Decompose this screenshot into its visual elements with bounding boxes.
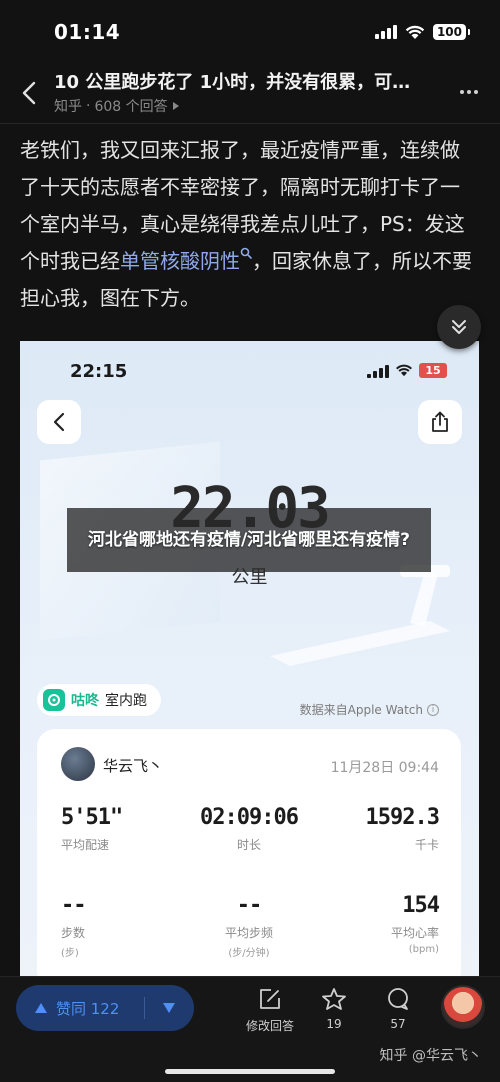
wifi-icon <box>405 25 425 39</box>
dot-icon <box>474 90 478 94</box>
overlay-banner: 河北省哪地还有疫情/河北省哪里还有疫情? <box>67 508 431 572</box>
stat-label: 平均步频 <box>224 926 273 940</box>
image-share-button <box>418 400 462 444</box>
chevron-left-icon <box>22 81 36 105</box>
stat-value: 154 <box>402 893 440 918</box>
status-time: 01:14 <box>54 20 121 44</box>
question-meta[interactable]: 知乎 · 608 个回答 <box>54 96 180 116</box>
answer-body: 老铁们，我又回来汇报了，最近疫情严重，连续做了十天的志愿者不幸密接了，隔离时无聊… <box>20 132 476 317</box>
answer-image[interactable]: 22:15 15 22.03 公里 咕咚 室内跑 数据来自Apple Wat <box>20 341 479 977</box>
app-name: 咕咚 <box>71 693 99 709</box>
data-source-note: 数据来自Apple Watch i <box>300 701 439 718</box>
author-avatar[interactable] <box>441 985 485 1029</box>
keyword-link[interactable]: 单管核酸阴性 <box>120 247 252 273</box>
bottom-action-bar: 赞同 122 修改回答 19 57 知乎 @华云飞丶 <box>0 976 500 1082</box>
stat-label: 平均心率 <box>390 926 439 940</box>
stat-unit: (步/分钟) <box>228 948 270 959</box>
edit-answer-label: 修改回答 <box>245 1019 294 1033</box>
signal-icon <box>374 25 397 39</box>
vote-pill: 赞同 122 <box>16 985 194 1031</box>
status-bar: 01:14 100 <box>0 0 500 60</box>
image-battery-indicator: 15 <box>419 363 447 378</box>
image-status-time: 22:15 <box>70 361 128 382</box>
share-icon <box>432 411 448 432</box>
info-icon: i <box>427 703 439 716</box>
data-source-text: 数据来自Apple Watch <box>299 703 423 717</box>
edit-answer-button[interactable]: 修改回答 <box>240 987 300 1034</box>
play-arrow-icon <box>172 102 179 110</box>
stat-value: 1592.3 <box>365 805 440 830</box>
overlay-text: 河北省哪地还有疫情/河北省哪里还有疫情? <box>87 529 411 550</box>
image-status-icons: 15 <box>367 363 447 378</box>
question-title[interactable]: 10 公里跑步花了 1小时，并没有很累，可… <box>54 68 434 94</box>
question-header: 10 公里跑步花了 1小时，并没有很累，可… 知乎 · 608 个回答 <box>0 62 500 124</box>
status-icons: 100 <box>374 24 470 40</box>
user-avatar <box>61 747 95 781</box>
dot-icon <box>467 90 471 94</box>
favorite-count: 19 <box>326 1017 342 1031</box>
battery-tip <box>468 29 470 35</box>
collapse-button[interactable] <box>437 305 481 349</box>
comment-icon <box>388 988 408 1010</box>
upvote-label: 赞同 122 <box>56 999 120 1018</box>
meta-separator: · <box>86 98 91 114</box>
double-chevron-down-icon <box>452 320 466 334</box>
comment-button[interactable]: 57 <box>368 987 428 1031</box>
home-indicator[interactable] <box>165 1069 335 1074</box>
chevron-left-icon <box>53 412 65 432</box>
stats-card: 华云飞丶 11月28日 09:44 5'51" 平均配速 02:09:06 时长… <box>37 729 461 977</box>
app-badge: 咕咚 室内跑 <box>37 684 161 716</box>
watermark-text: 知乎 @华云飞丶 <box>379 1048 482 1064</box>
comment-count: 57 <box>390 1017 406 1031</box>
triangle-down-icon <box>163 1003 175 1013</box>
user-name: 华云飞丶 <box>103 757 164 775</box>
stat-cadence: -- 平均步频 (步/分钟) <box>179 893 319 959</box>
dot-icon <box>460 90 464 94</box>
battery-indicator: 100 <box>432 24 466 40</box>
downvote-button[interactable] <box>145 985 193 1031</box>
image-wifi-icon <box>396 364 412 377</box>
app-logo-icon <box>43 689 65 711</box>
star-icon <box>322 988 346 1010</box>
upvote-button[interactable]: 赞同 122 <box>16 985 144 1031</box>
triangle-up-icon <box>35 1003 47 1013</box>
stat-label: 千卡 <box>414 838 439 852</box>
image-signal-icon <box>367 364 389 378</box>
edit-icon <box>260 989 280 1009</box>
more-options-button[interactable] <box>456 82 482 102</box>
back-button[interactable] <box>16 78 42 108</box>
stat-duration: 02:09:06 时长 <box>179 805 319 853</box>
source-label: 知乎 <box>54 99 82 115</box>
stat-calories: 1592.3 千卡 <box>299 805 440 853</box>
stat-value: 02:09:06 <box>200 805 299 830</box>
stat-heart-rate: 154 平均心率 (bpm) <box>299 893 440 955</box>
keyword-text: 单管核酸阴性 <box>120 249 240 273</box>
stat-label: 时长 <box>236 838 261 852</box>
stat-unit: (bpm) <box>408 944 439 955</box>
favorite-button[interactable]: 19 <box>304 987 364 1031</box>
image-back-button <box>37 400 81 444</box>
answer-count: 608 个回答 <box>94 99 168 115</box>
stat-value: -- <box>236 893 263 918</box>
search-icon <box>240 247 252 259</box>
activity-type: 室内跑 <box>105 693 147 709</box>
record-date: 11月28日 09:44 <box>330 760 439 776</box>
